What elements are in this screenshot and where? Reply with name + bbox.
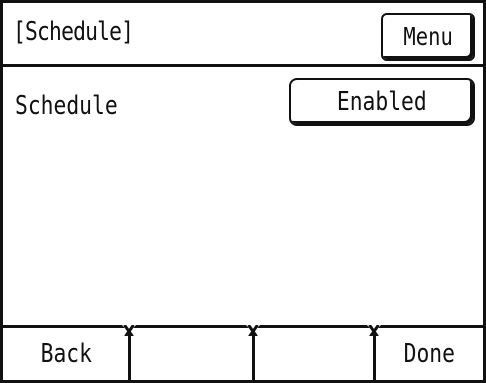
softkey-2-button[interactable]	[129, 328, 253, 380]
page-title: [Schedule]	[13, 17, 134, 47]
schedule-content: Schedule Enabled	[3, 67, 483, 325]
softkey-notch-outline	[245, 325, 261, 336]
schedule-toggle-value: Enabled	[337, 87, 427, 117]
thermostat-screen: [Schedule] Menu Schedule Enabled Back Do…	[0, 0, 486, 383]
softkey-notch-outline	[366, 325, 382, 336]
softkey-3-button[interactable]	[253, 328, 375, 380]
schedule-toggle-button[interactable]: Enabled	[289, 78, 475, 126]
softkey-bar: Back Done	[3, 325, 483, 380]
softkey-notch-outline	[121, 325, 137, 336]
title-bar: [Schedule] Menu	[3, 3, 483, 67]
done-button-label: Done	[403, 339, 455, 369]
menu-button[interactable]: Menu	[381, 13, 475, 61]
back-button-label: Back	[40, 339, 92, 369]
back-button[interactable]: Back	[3, 328, 129, 380]
menu-button-label: Menu	[403, 22, 453, 51]
schedule-label: Schedule	[15, 91, 118, 121]
done-button[interactable]: Done	[375, 328, 483, 380]
